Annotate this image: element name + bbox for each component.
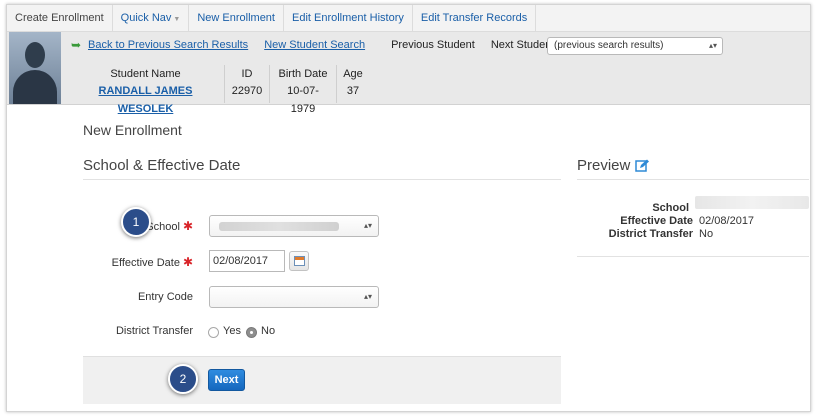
preview-school-value xyxy=(695,196,809,215)
nav-new-enrollment[interactable]: New Enrollment xyxy=(189,5,284,32)
app-window: Create Enrollment Quick Nav ▼ New Enrollm… xyxy=(6,4,811,412)
student-name-col: Student Name RANDALL JAMES WESOLEK xyxy=(67,65,225,115)
student-name-link[interactable]: RANDALL JAMES WESOLEK xyxy=(73,82,218,118)
nav-edit-transfer-records[interactable]: Edit Transfer Records xyxy=(413,5,537,32)
age-header: Age xyxy=(343,68,363,80)
birth-date-col: Birth Date 10-07-1979 xyxy=(270,65,337,115)
student-id-col: ID 22970 xyxy=(225,65,270,103)
dropdown-arrows-icon: ▴▾ xyxy=(363,292,372,301)
next-button[interactable]: Next xyxy=(208,369,245,391)
age-col: Age 37 xyxy=(337,65,369,103)
preview-effective-value: 02/08/2017 xyxy=(699,215,755,227)
calendar-button[interactable] xyxy=(289,251,309,271)
preview-transfer-label: District Transfer xyxy=(608,228,693,240)
callout-badge-1: 1 xyxy=(121,207,151,237)
page-title: New Enrollment xyxy=(83,122,182,138)
dropdown-arrows-icon: ▴▾ xyxy=(363,221,372,230)
chevron-down-icon: ▼ xyxy=(173,15,181,23)
preview-school-row: School xyxy=(577,196,809,215)
student-info-table: Student Name RANDALL JAMES WESOLEK ID 22… xyxy=(67,65,369,115)
previous-student-button[interactable]: Previous Student xyxy=(391,39,475,51)
transfer-yes-radio[interactable] xyxy=(208,327,219,338)
dropdown-arrows-icon: ▴▾ xyxy=(708,41,717,50)
section-divider xyxy=(83,179,561,180)
nav-edit-enrollment-history[interactable]: Edit Enrollment History xyxy=(284,5,413,32)
effective-date-label: Effective Date ✱ xyxy=(83,255,193,269)
preview-divider xyxy=(577,179,809,180)
nav-quick-nav-label: Quick Nav xyxy=(120,11,172,24)
required-asterisk-icon: ✱ xyxy=(182,219,193,233)
preview-school-label: School xyxy=(652,202,689,214)
age-value: 37 xyxy=(346,85,360,97)
avatar-head xyxy=(25,42,45,68)
preview-transfer-row: District Transfer No xyxy=(577,228,809,241)
preview-title-label: Preview xyxy=(577,157,631,174)
avatar xyxy=(9,32,61,104)
back-arrow-icon: ➥ xyxy=(71,37,82,52)
student-nav-row: ➥ Back to Previous Search Results New St… xyxy=(71,32,810,58)
preview-bottom-divider xyxy=(577,256,809,257)
entry-code-select[interactable]: ▴▾ xyxy=(209,286,379,308)
calendar-icon xyxy=(294,256,305,266)
school-select[interactable]: ▴▾ xyxy=(209,215,379,237)
avatar-body xyxy=(13,70,57,104)
birth-date-value: 10-07-1979 xyxy=(287,85,319,115)
preview-effective-row: Effective Date 02/08/2017 xyxy=(577,215,809,228)
nav-quick-nav[interactable]: Quick Nav ▼ xyxy=(113,5,190,32)
transfer-yes-label: Yes xyxy=(223,325,241,337)
form-footer xyxy=(83,356,561,404)
back-to-results-link[interactable]: Back to Previous Search Results xyxy=(88,39,248,51)
preview-school-redacted xyxy=(695,196,809,209)
search-results-select-value: (previous search results) xyxy=(554,40,664,51)
required-asterisk-icon: ✱ xyxy=(182,255,193,269)
next-student-button[interactable]: Next Student xyxy=(491,39,555,51)
callout-badge-2: 2 xyxy=(168,364,198,394)
preview-transfer-value: No xyxy=(699,228,714,240)
school-select-redacted xyxy=(219,222,339,231)
entry-code-label: Entry Code xyxy=(137,291,193,303)
edit-icon[interactable] xyxy=(635,159,650,173)
top-navigation: Create Enrollment Quick Nav ▼ New Enrollm… xyxy=(7,5,810,32)
student-header: ➥ Back to Previous Search Results New St… xyxy=(7,32,810,115)
section-title: School & Effective Date xyxy=(83,157,241,174)
student-id-value: 22970 xyxy=(231,85,263,97)
transfer-no-radio[interactable] xyxy=(246,327,257,338)
preview-title: Preview xyxy=(577,157,650,174)
birth-date-header: Birth Date xyxy=(278,68,328,80)
search-results-select[interactable]: (previous search results) ▴▾ xyxy=(547,37,723,55)
effective-date-input[interactable]: 02/08/2017 xyxy=(209,250,285,272)
transfer-no-label: No xyxy=(261,325,276,337)
school-label-text: School xyxy=(146,221,180,233)
student-name-header: Student Name xyxy=(110,68,181,80)
student-id-header: ID xyxy=(241,68,253,80)
edit-icon-graphic xyxy=(635,159,650,172)
effective-date-label-text: Effective Date xyxy=(111,257,180,269)
new-student-search-link[interactable]: New Student Search xyxy=(264,39,365,51)
district-transfer-label: District Transfer xyxy=(115,325,193,337)
nav-create-enrollment: Create Enrollment xyxy=(7,5,113,32)
preview-effective-label: Effective Date xyxy=(620,215,693,227)
